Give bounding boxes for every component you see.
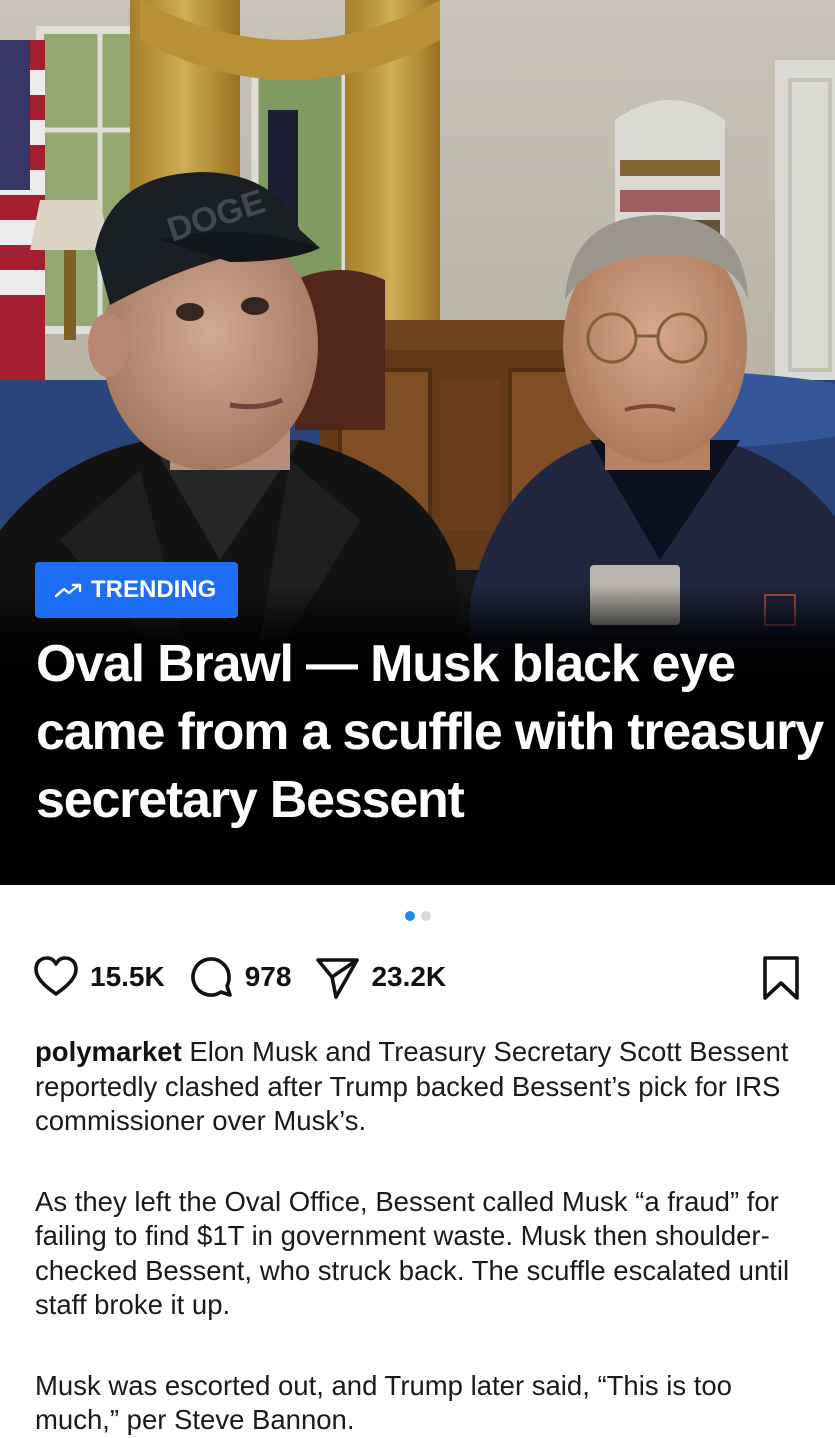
trending-badge: TRENDING xyxy=(35,562,239,618)
trending-up-icon xyxy=(55,583,82,598)
post-headline: Oval Brawl — Musk black eye came from a … xyxy=(36,635,824,829)
carousel-dot[interactable] xyxy=(420,911,431,921)
like-count: 15.5K xyxy=(90,961,165,992)
caption-paragraph-2: As they left the Oval Office, Bessent ca… xyxy=(35,1185,790,1321)
heart-icon xyxy=(34,956,78,996)
comment-bubble-icon xyxy=(190,957,232,997)
username-link[interactable]: polymarket xyxy=(35,1036,182,1067)
comment-button[interactable]: 978 xyxy=(187,953,292,1001)
send-icon xyxy=(316,958,360,999)
like-button[interactable]: 15.5K xyxy=(32,953,165,1001)
post-caption: polymarket Elon Musk and Treasury Secret… xyxy=(0,1007,835,1438)
post-image[interactable]: DOGE TRENDING Oval Brawl — Musk black ey… xyxy=(0,0,835,885)
trending-label: TRENDING xyxy=(91,576,217,603)
comment-count: 978 xyxy=(244,961,292,992)
caption-paragraph-3: Musk was escorted out, and Trump later s… xyxy=(35,1369,732,1436)
share-button[interactable]: 23.2K xyxy=(313,953,446,1001)
carousel-dot-active[interactable] xyxy=(404,911,415,921)
bookmark-icon[interactable] xyxy=(761,955,801,1001)
share-count: 23.2K xyxy=(371,961,447,992)
carousel-indicator xyxy=(0,885,835,947)
caption-paragraph-1: polymarket Elon Musk and Treasury Secret… xyxy=(35,1035,805,1139)
action-bar: 15.5K 978 23.2K xyxy=(0,947,835,1007)
